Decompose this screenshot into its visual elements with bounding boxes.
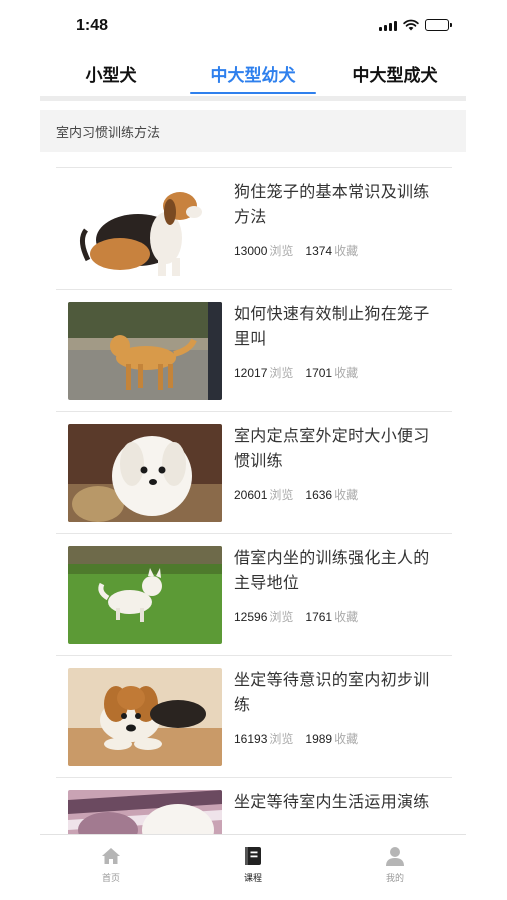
battery-icon — [425, 19, 452, 31]
favorite-unit: 收藏 — [334, 732, 359, 746]
favorite-count: 1701 — [305, 366, 333, 380]
section-header: 室内习惯训练方法 — [40, 110, 466, 152]
article-item[interactable]: 坐定等待意识的室内初步训练 16193 浏览 1989 收藏 — [56, 655, 452, 777]
beagle-sitting-photo — [68, 180, 222, 278]
view-count: 20601 — [234, 488, 268, 502]
article-stats: 12017 浏览 1701 收藏 — [234, 364, 438, 381]
article-title: 坐定等待室内生活运用演练 — [234, 794, 430, 811]
article-item[interactable]: 室内定点室外定时大小便习惯训练 20601 浏览 1636 收藏 — [56, 411, 452, 533]
nav-home-label: 首页 — [101, 873, 120, 883]
white-puppy-basket-photo — [68, 424, 222, 522]
nav-courses-label: 课程 — [243, 873, 262, 883]
category-tabs: 小型犬 中大型幼犬 中大型成犬 — [40, 50, 466, 96]
favorite-count: 1636 — [305, 488, 333, 502]
article-thumbnail — [68, 302, 222, 400]
view-count: 12596 — [234, 610, 268, 624]
article-thumbnail — [68, 668, 222, 766]
article-list: 狗住笼子的基本常识及训练方法 13000 浏览 1374 收藏 如何快速有效制止… — [56, 167, 452, 834]
book-icon — [245, 847, 261, 865]
article-thumbnail — [68, 546, 222, 644]
wifi-icon — [403, 19, 419, 31]
view-unit: 浏览 — [269, 610, 294, 624]
favorite-unit: 收藏 — [334, 488, 359, 502]
article-stats: 20601 浏览 1636 收藏 — [234, 486, 438, 503]
status-time: 1:48 — [76, 17, 109, 34]
nav-profile[interactable]: 我的 — [324, 835, 466, 900]
favorite-unit: 收藏 — [334, 244, 359, 258]
view-unit: 浏览 — [269, 244, 294, 258]
status-bar: 1:48 — [0, 0, 507, 50]
article-item[interactable]: 狗住笼子的基本常识及训练方法 13000 浏览 1374 收藏 — [56, 167, 452, 289]
favorite-unit: 收藏 — [334, 610, 359, 624]
nav-home[interactable]: 首页 — [40, 835, 182, 900]
article-item[interactable]: 如何快速有效制止狗在笼子里叫 12017 浏览 1701 收藏 — [56, 289, 452, 411]
article-title: 如何快速有效制止狗在笼子里叫 — [234, 306, 430, 348]
article-title: 狗住笼子的基本常识及训练方法 — [234, 184, 430, 226]
favorite-unit: 收藏 — [334, 366, 359, 380]
article-title: 坐定等待意识的室内初步训练 — [234, 672, 430, 714]
article-stats: 12596 浏览 1761 收藏 — [234, 608, 438, 625]
person-icon — [386, 847, 404, 866]
article-thumbnail — [68, 790, 222, 834]
tab-small-dogs[interactable]: 小型犬 — [40, 50, 182, 96]
status-icons — [379, 19, 452, 31]
view-unit: 浏览 — [269, 732, 294, 746]
article-item[interactable]: 坐定等待室内生活运用演练 — [56, 777, 452, 834]
nav-courses[interactable]: 课程 — [182, 835, 324, 900]
bottom-navigation: 首页 课程 我的 — [40, 834, 466, 900]
view-unit: 浏览 — [269, 488, 294, 502]
favorite-count: 1761 — [305, 610, 333, 624]
puppy-blanket-photo — [68, 790, 222, 834]
tab-medium-large-puppies[interactable]: 中大型幼犬 — [182, 50, 324, 96]
tab-medium-large-adults[interactable]: 中大型成犬 — [324, 50, 466, 96]
favorite-count: 1989 — [305, 732, 333, 746]
article-item[interactable]: 借室内坐的训练强化主人的主导地位 12596 浏览 1761 收藏 — [56, 533, 452, 655]
beagle-puppy-lying-photo — [68, 668, 222, 766]
nav-profile-label: 我的 — [385, 873, 404, 883]
tabs-divider — [40, 96, 466, 101]
favorite-count: 1374 — [305, 244, 333, 258]
article-stats: 13000 浏览 1374 收藏 — [234, 242, 438, 259]
article-title: 借室内坐的训练强化主人的主导地位 — [234, 550, 430, 592]
view-count: 13000 — [234, 244, 268, 258]
view-count: 16193 — [234, 732, 268, 746]
article-stats: 16193 浏览 1989 收藏 — [234, 730, 438, 747]
article-thumbnail — [68, 424, 222, 522]
home-icon — [102, 848, 120, 864]
golden-retriever-street-photo — [68, 302, 222, 400]
article-title: 室内定点室外定时大小便习惯训练 — [234, 428, 430, 470]
article-thumbnail — [68, 180, 222, 278]
view-count: 12017 — [234, 366, 268, 380]
view-unit: 浏览 — [269, 366, 294, 380]
cellular-signal-icon — [379, 20, 397, 31]
white-puppy-grass-photo — [68, 546, 222, 644]
section-title: 室内习惯训练方法 — [56, 124, 161, 140]
